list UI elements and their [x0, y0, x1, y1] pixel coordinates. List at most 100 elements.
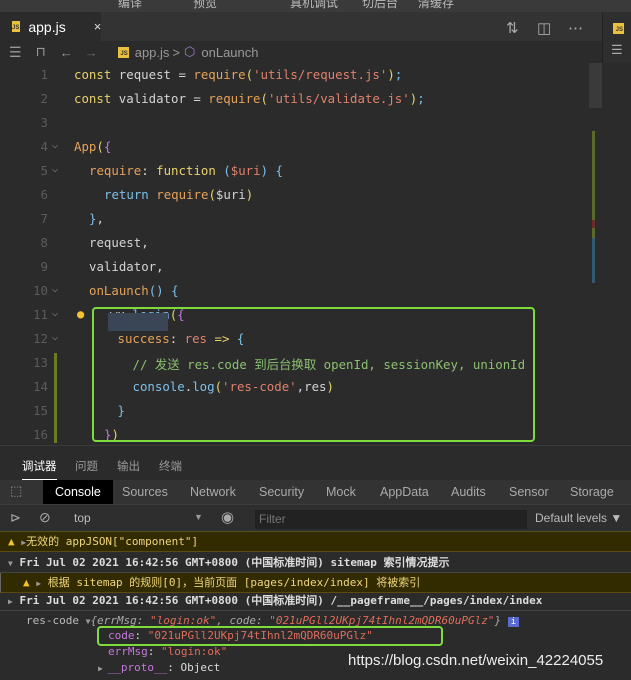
- tab-debugger[interactable]: 调试器: [22, 458, 57, 480]
- fold-chevron-icon[interactable]: ⌵: [52, 308, 58, 319]
- line-number: 8: [40, 235, 48, 250]
- forward-arrow-icon[interactable]: →: [85, 45, 98, 60]
- code-token: App: [74, 139, 97, 154]
- breadcrumb-symbol[interactable]: onLaunch: [201, 45, 258, 60]
- menu-bar: 编译 预览 真机调试 切后台 清缓存: [0, 0, 631, 12]
- side-editor-strip: JS ☰: [602, 12, 631, 63]
- compare-changes-icon[interactable]: ⇅: [506, 19, 519, 37]
- tab-security[interactable]: Security: [247, 480, 316, 504]
- lightbulb-icon[interactable]: ●: [77, 307, 84, 321]
- tab-sources[interactable]: Sources: [110, 480, 180, 504]
- line-number: 16: [33, 427, 48, 442]
- editor-scrollbar[interactable]: [589, 63, 602, 445]
- expand-icon[interactable]: ▶: [8, 597, 13, 606]
- menu-compile[interactable]: 编译: [118, 0, 142, 11]
- tab-network[interactable]: Network: [178, 480, 248, 504]
- menu-background[interactable]: 切后台: [362, 0, 398, 11]
- code-token: 'utils/request.js': [253, 67, 388, 82]
- line-number: 11: [33, 307, 48, 322]
- tab-label: app.js: [28, 18, 66, 35]
- chevron-down-icon[interactable]: ▼: [194, 512, 203, 522]
- console-warning[interactable]: ▲ ▶ 根据 sitemap 的规则[0]，当前页面 [pages/index/…: [0, 573, 631, 593]
- tab-app-js[interactable]: JS app.js ×: [0, 12, 101, 41]
- close-icon[interactable]: ×: [94, 19, 102, 34]
- tab-problems[interactable]: 问题: [75, 458, 98, 474]
- line-number: 1: [40, 67, 48, 82]
- console-warning[interactable]: ▲ ▶无效的 appJSON["component"]: [0, 532, 631, 552]
- tab-mock[interactable]: Mock: [314, 480, 368, 504]
- code-token: const: [74, 67, 112, 82]
- code-line: App({: [74, 139, 111, 154]
- code-line: validator,: [89, 259, 164, 274]
- breadcrumb: ☰ ⊓ ← → JS app.js > ⬡ onLaunch: [0, 41, 602, 63]
- line-number: 3: [40, 115, 48, 130]
- code-token: require: [156, 187, 209, 202]
- breadcrumb-file[interactable]: app.js: [135, 45, 170, 60]
- code-token: request: [89, 235, 142, 250]
- menu-real-debug[interactable]: 真机调试: [290, 0, 338, 11]
- tab-appdata[interactable]: AppData: [368, 480, 441, 504]
- code-token: (: [215, 163, 231, 178]
- sidebar-toggle-icon[interactable]: ⊳: [10, 510, 21, 526]
- code-token: request =: [111, 67, 194, 82]
- code-line: return require($uri): [104, 187, 253, 202]
- console-group[interactable]: ▶ Fri Jul 02 2021 16:42:56 GMT+0800 (中国标…: [0, 591, 631, 611]
- cube-icon: ⬡: [184, 44, 196, 59]
- js-file-icon: JS: [117, 46, 129, 58]
- outline-icon[interactable]: ☰: [9, 44, 22, 61]
- code-token: require: [89, 163, 142, 178]
- eye-icon[interactable]: ◉: [221, 508, 234, 526]
- js-file-icon: JS: [613, 23, 624, 34]
- code-token: ,: [156, 259, 164, 274]
- fold-chevron-icon[interactable]: ⌵: [52, 332, 58, 343]
- code-token: () {: [148, 283, 179, 298]
- console-group[interactable]: ▼ Fri Jul 02 2021 16:42:56 GMT+0800 (中国标…: [0, 553, 631, 573]
- bookmark-icon[interactable]: ⊓: [36, 44, 46, 60]
- fold-chevron-icon[interactable]: ⌵: [52, 140, 58, 151]
- line-number: 5: [40, 163, 48, 178]
- breadcrumb-separator: >: [172, 44, 181, 60]
- list-icon[interactable]: ☰: [611, 42, 623, 58]
- context-select[interactable]: top: [74, 511, 91, 525]
- code-token: validator =: [111, 91, 209, 106]
- code-token: require: [208, 91, 261, 106]
- collapse-icon[interactable]: ▼: [8, 559, 13, 568]
- code-token: 'utils/validate.js': [267, 91, 410, 106]
- code-token: function: [156, 163, 216, 178]
- tab-sensor[interactable]: Sensor: [497, 480, 561, 504]
- tab-terminal[interactable]: 终端: [159, 458, 182, 474]
- more-icon[interactable]: ⋯: [568, 19, 583, 37]
- highlight-box: [97, 626, 443, 646]
- clear-console-icon[interactable]: ⊘: [39, 509, 51, 526]
- tab-console[interactable]: Console: [43, 480, 113, 504]
- tab-storage[interactable]: Storage: [558, 480, 626, 504]
- menu-preview[interactable]: 预览: [193, 0, 217, 11]
- code-token: return: [104, 187, 149, 202]
- code-token: validator: [89, 259, 157, 274]
- back-arrow-icon[interactable]: ←: [60, 45, 73, 60]
- panel-tabs: 调试器 问题 输出 终端: [0, 445, 631, 480]
- code-token: onLaunch: [89, 283, 149, 298]
- menu-clear-cache[interactable]: 清缓存: [418, 0, 454, 11]
- warning-icon: ▲: [23, 576, 30, 589]
- inspect-element-icon[interactable]: ⬚: [10, 483, 22, 499]
- code-token: :: [141, 163, 157, 178]
- line-number: 15: [33, 403, 48, 418]
- levels-select[interactable]: Default levels ▼: [535, 511, 622, 525]
- filter-input[interactable]: [255, 510, 527, 529]
- code-line: request,: [89, 235, 149, 250]
- code-token: ) {: [260, 163, 283, 178]
- fold-chevron-icon[interactable]: ⌵: [52, 164, 58, 175]
- warning-icon: ▲: [8, 535, 15, 548]
- info-icon[interactable]: i: [507, 617, 520, 627]
- split-editor-icon[interactable]: ◫: [537, 19, 551, 37]
- watermark: https://blog.csdn.net/weixin_42224055: [348, 652, 604, 669]
- highlight-box: [92, 307, 535, 442]
- line-number: 7: [40, 211, 48, 226]
- expand-icon[interactable]: ▶: [36, 579, 41, 588]
- tab-audits[interactable]: Audits: [439, 480, 498, 504]
- fold-chevron-icon[interactable]: ⌵: [52, 284, 58, 295]
- code-token: ): [245, 187, 254, 202]
- code-token: require: [193, 67, 246, 82]
- tab-output[interactable]: 输出: [117, 458, 140, 474]
